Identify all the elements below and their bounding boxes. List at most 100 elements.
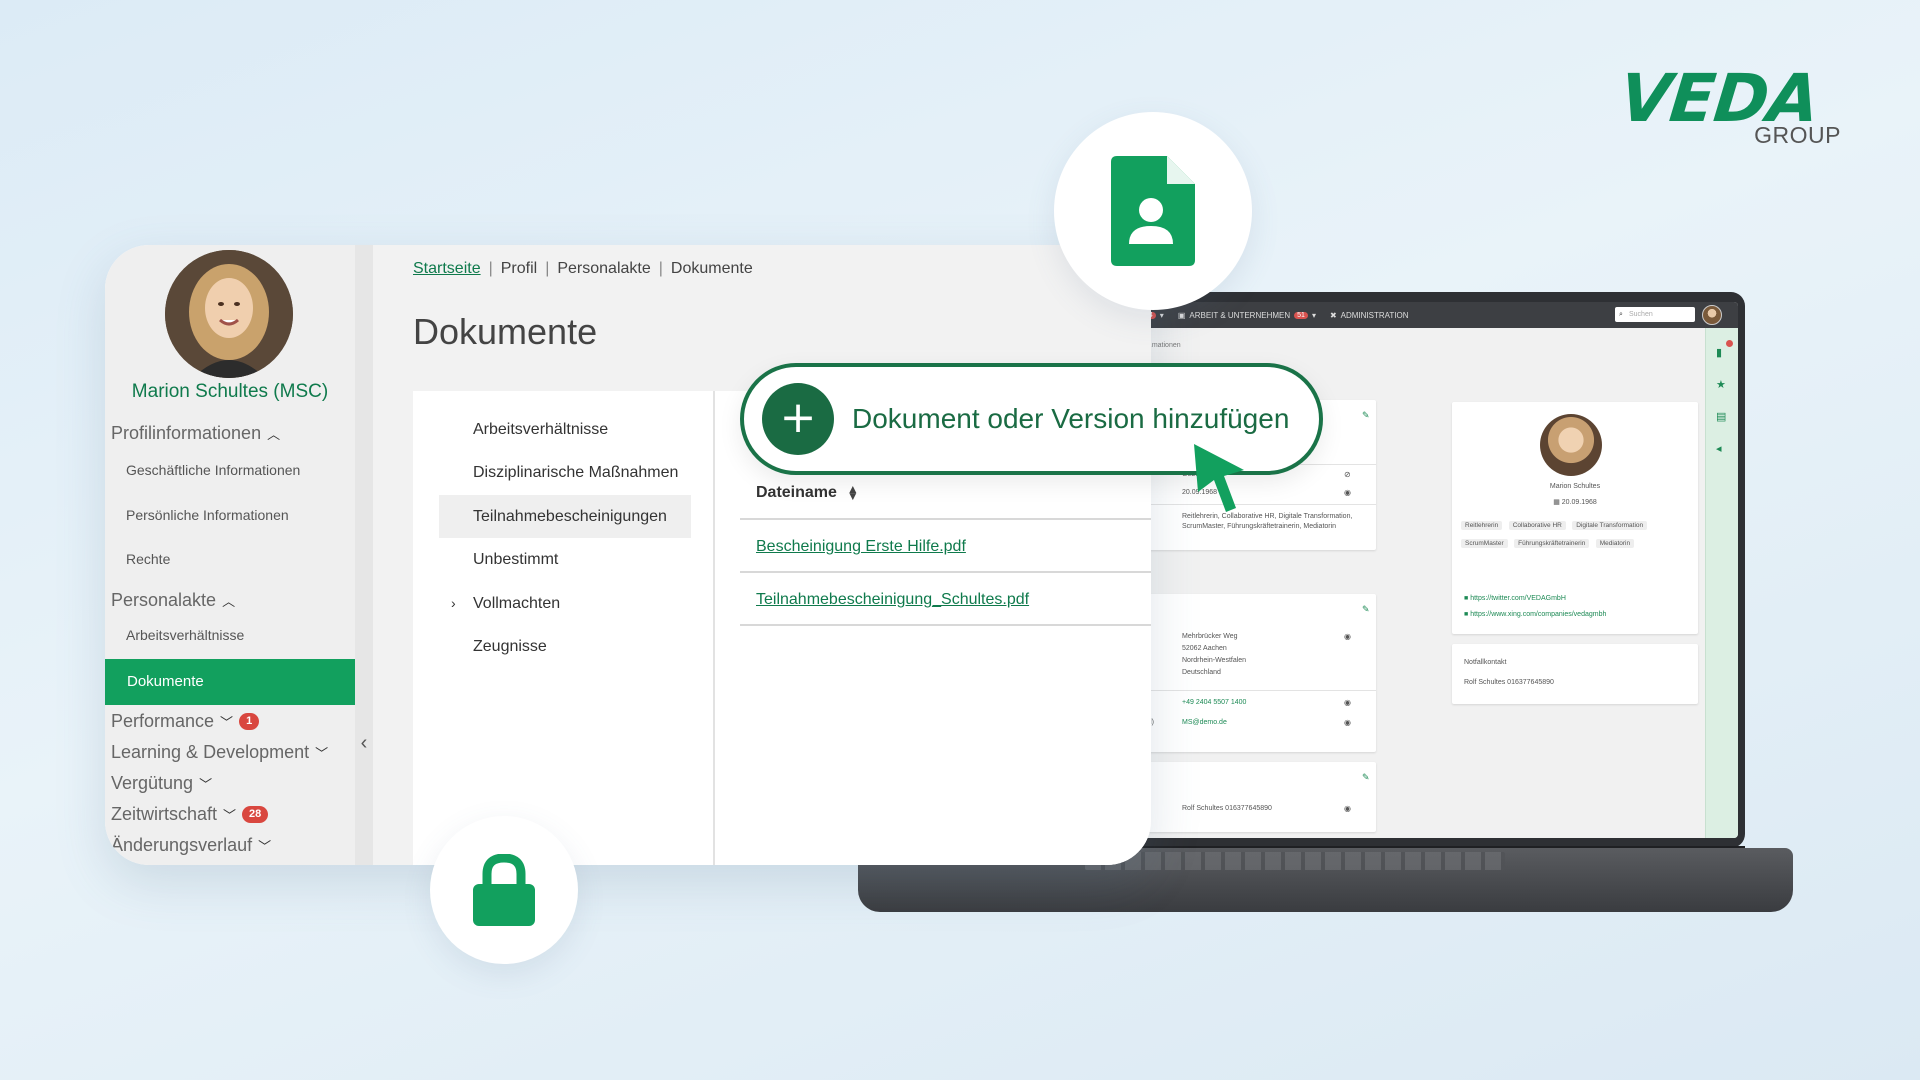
category-teilnahmebescheinigungen[interactable]: Teilnahmebescheinigungen [439,495,691,538]
nav-zeitwirtschaft[interactable]: Zeitwirtschaft ﹀ 28 [111,804,269,825]
breadcrumb-profile[interactable]: Profil [501,260,537,278]
file-link[interactable]: Bescheinigung Erste Hilfe.pdf [756,538,966,555]
document-icon[interactable]: ▮ [1716,346,1722,359]
mini-phone[interactable]: +49 2404 5507 1400 [1182,698,1246,708]
mini-profile-birth-value: 20.09.1968 [1561,499,1597,506]
mini-rail-badge [1726,340,1733,347]
globe-icon: ◉ [1344,804,1351,813]
mini-profile-birth: ▦ 20.09.1968 [1553,499,1597,506]
mini-contact-card: ✎ Mehrbrücker Weg 52062 Aachen Nordrhein… [1140,594,1376,752]
mini-xing-link-text: https://www.xing.com/companies/vedagmbh [1470,611,1607,618]
veda-group-logo: VEDA GROUP [1616,60,1845,156]
breadcrumb-current: Dokumente [670,260,753,277]
category-vollmachten[interactable]: › Vollmachten [439,582,691,625]
sidebar-divider [355,245,373,865]
nav-section-label: Vergütung [111,773,194,793]
id-card-icon[interactable]: ▤ [1716,410,1726,423]
breadcrumb-separator: | [545,260,550,277]
mini-nav-work-label: ARBEIT & UNTERNEHMEN [1189,310,1291,320]
category-disziplinarische-massnahmen[interactable]: Disziplinarische Maßnahmen [439,451,691,494]
mini-tag: Reitlehrerin [1461,521,1503,530]
mini-work-badge: 51 [1294,311,1308,319]
add-document-label: Dokument oder Version hinzufügen [852,403,1290,434]
category-arbeitsverhaeltnisse[interactable]: Arbeitsverhältnisse [439,408,691,451]
mini-search-input[interactable]: ⌕ Suchen [1615,307,1695,322]
nav-item-persoenliche-informationen[interactable]: Persönliche Informationen [126,507,289,523]
document-person-icon [1111,156,1195,266]
chevron-right-icon[interactable]: › [451,582,456,625]
nav-personalakte[interactable]: Personalakte ︿ [111,590,235,611]
main-content: Startseite | Profil | Personalakte | Dok… [373,245,1151,865]
nav-section-label: Performance [111,711,215,731]
column-header-dateiname[interactable]: Dateiname ▲ ▼ [740,468,1151,520]
mini-nav-work[interactable]: ▣ ARBEIT & UNTERNEHMEN 51 ▾ [1178,311,1316,320]
nav-learning-development[interactable]: Learning & Development ﹀ [111,742,328,763]
nav-verguetung[interactable]: Vergütung ﹀ [111,773,212,794]
nav-item-dokumente[interactable]: Dokumente [105,659,355,705]
category-label: Zeugnisse [473,638,547,655]
lock-circle [430,816,578,964]
profile-name[interactable]: Marion Schultes (MSC) [105,381,355,403]
star-icon[interactable]: ★ [1716,378,1726,391]
chevron-up-icon: ︿ [267,427,281,442]
nav-item-rechte[interactable]: Rechte [126,551,170,567]
avatar-photo [165,250,293,378]
mini-address-state: Nordrhein-Westfalen [1182,657,1247,664]
nav-performance[interactable]: Performance ﹀ 1 [111,711,260,732]
mini-nav-admin[interactable]: ✖ ADMINISTRATION [1330,311,1409,320]
file-link[interactable]: Teilnahmebescheinigung_Schultes.pdf [756,591,1029,608]
sort-icon[interactable]: ▲ ▼ [847,483,859,502]
nav-item-geschaeftliche-informationen[interactable]: Geschäftliche Informationen [126,462,300,478]
avatar [165,250,293,378]
mini-user-avatar[interactable] [1702,305,1722,325]
mini-profile-name: Marion Schultes [1549,483,1601,490]
documents-table: Dateiname ▲ ▼ Bescheinigung Erste Hilfe.p… [740,468,1151,626]
app-window: Marion Schultes (MSC) Profilinformatione… [105,245,1151,865]
search-icon: ⌕ [1619,311,1623,318]
category-unbestimmt[interactable]: Unbestimmt [439,538,691,581]
nav-section-label: Zeitwirtschaft [111,804,218,824]
mini-emergency-value: Rolf Schultes 016377645890 [1182,805,1272,812]
chevron-up-icon: ︿ [222,594,236,609]
mini-address-city: 52062 Aachen [1182,645,1227,652]
breadcrumb-home[interactable]: Startseite [413,260,481,278]
edit-pencil-icon[interactable]: ✎ [1362,604,1370,615]
nav-section-label: Personalakte [111,590,217,610]
plus-icon: + [762,383,834,455]
category-label: Arbeitsverhältnisse [473,421,609,438]
lock-icon [473,854,535,926]
table-row: Teilnahmebescheinigung_Schultes.pdf [740,573,1151,626]
mini-nav-admin-label: ADMINISTRATION [1340,310,1409,320]
mini-twitter-link-text: https://twitter.com/VEDAGmbH [1470,595,1566,602]
edit-pencil-icon[interactable]: ✎ [1362,772,1370,783]
nav-profilinformationen[interactable]: Profilinformationen ︿ [111,423,280,444]
collapse-sidebar-icon[interactable]: ‹ [357,733,371,753]
breadcrumb: Startseite | Profil | Personalakte | Dok… [413,260,753,278]
category-label: Unbestimmt [473,551,559,568]
megaphone-icon[interactable]: ◂ [1716,442,1722,455]
mini-tag: ScrumMaster [1461,539,1508,548]
category-label: Disziplinarische Maßnahmen [473,464,679,481]
mini-profile-card: Marion Schultes ▦ 20.09.1968 Reitlehreri… [1452,402,1698,634]
mini-address-street: Mehrbrücker Weg [1182,633,1238,640]
mini-xing-link[interactable]: ■ https://www.xing.com/companies/vedagmb… [1464,610,1606,620]
mini-email[interactable]: MS@demo.de [1182,718,1227,728]
mini-search-placeholder: Suchen [1629,311,1653,318]
edit-pencil-icon[interactable]: ✎ [1362,410,1370,421]
mini-tag: Digitale Transformation [1572,521,1648,530]
nav-item-arbeitsverhaeltnisse[interactable]: Arbeitsverhältnisse [126,627,244,643]
mini-address-country: Deutschland [1182,669,1221,676]
mini-twitter-link[interactable]: ■ https://twitter.com/VEDAGmbH [1464,594,1566,604]
eye-slash-icon[interactable]: ⊘ [1344,470,1351,479]
mini-profile-photo [1540,414,1602,476]
globe-icon: ◉ [1344,632,1351,641]
mini-tag-list: Reitlehrerin Collaborative HR Digitale T… [1460,514,1690,550]
breadcrumb-personalakte[interactable]: Personalakte [557,260,650,278]
nav-aenderungsverlauf[interactable]: Änderungsverlauf ﹀ [111,835,271,856]
chevron-down-icon: ﹀ [258,839,272,854]
category-zeugnisse[interactable]: Zeugnisse [439,625,691,668]
category-label: Teilnahmebescheinigungen [473,508,667,525]
mini-notfall-card: Notfallkontakt Rolf Schultes 01637764589… [1452,644,1698,704]
chevron-down-icon: ﹀ [315,746,329,761]
sidebar: Marion Schultes (MSC) Profilinformatione… [105,245,355,865]
